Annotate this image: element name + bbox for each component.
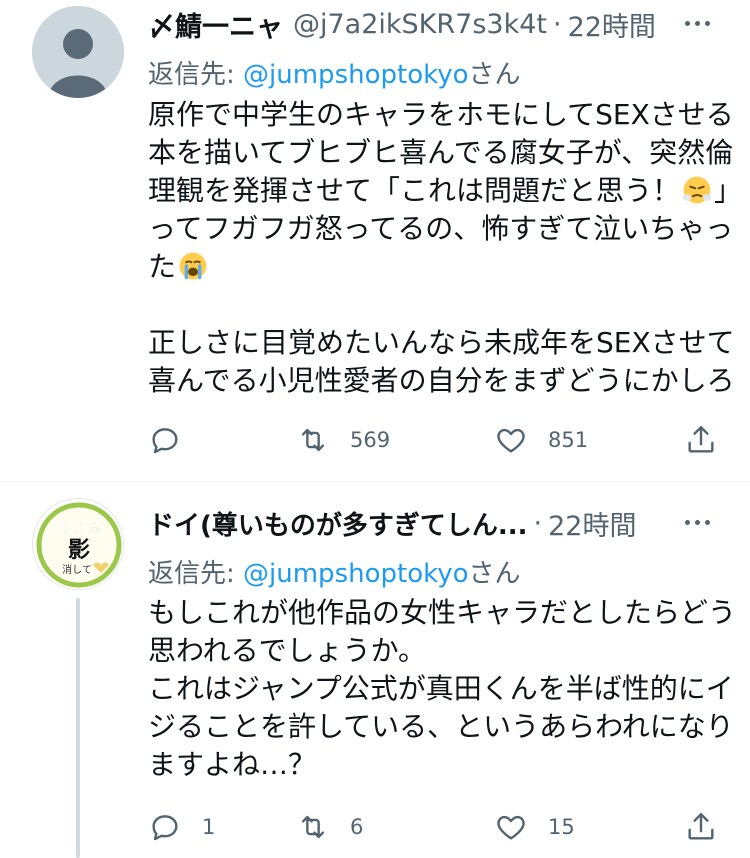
retweet-count: 569 [350, 428, 391, 452]
reply-button[interactable] [148, 420, 202, 460]
more-icon[interactable] [682, 507, 712, 537]
retweet-button[interactable]: 569 [296, 420, 390, 460]
tweet-header: 〆鯖一ニャ @j7a2ikSKR7s3k4t · 22時間 [148, 4, 726, 44]
avatar-image: まさみ 影 消して [36, 502, 122, 588]
separator-dot: · [552, 8, 562, 40]
display-name[interactable]: 〆鯖一ニャ [148, 5, 283, 44]
tweet-text-line: 原作で中学生のキャラをホモにしてSEXさせる [148, 98, 734, 131]
reply-context: 返信先: @jumpshoptokyoさん [148, 54, 521, 91]
tweet-actions: 1 6 15 [148, 807, 728, 847]
separator-dot: · [533, 507, 543, 539]
tweet-text-line: 本を描いてブヒブヒ喜んでる腐女子が、突然倫 [148, 136, 734, 169]
tweet-text-line: ジることを許している、というあらわれになり [148, 710, 734, 743]
reply-mention-link[interactable]: @jumpshoptokyo [243, 60, 469, 90]
share-icon [688, 813, 714, 840]
more-icon[interactable] [682, 8, 712, 38]
like-button[interactable]: 15 [494, 807, 575, 847]
avatar-text: 消して [62, 563, 92, 576]
tweet-text-fragment: 」 [714, 174, 743, 207]
reply-suffix: さん [468, 559, 521, 589]
avatar-text: まさみ [56, 519, 101, 537]
loudly-crying-face-emoji [179, 252, 207, 280]
like-icon [497, 815, 525, 840]
retweet-icon [301, 428, 325, 452]
reply-count: 1 [202, 815, 216, 839]
timestamp[interactable]: 22時間 [548, 504, 636, 543]
tweet-text-line: ってフガフガ怒ってるの、怖すぎて泣いちゃっ [148, 212, 734, 245]
tweet-text-fragment: た [148, 250, 177, 283]
tweet-text-fragment: 理観を発揮させて「これは問題だと思う！ [148, 174, 681, 207]
tweet-text-line: た [148, 248, 728, 286]
reply-button[interactable]: 1 [148, 807, 215, 847]
tweet-text-line: 思われるでしょうか。 [148, 634, 427, 667]
tweet[interactable]: まさみ 影 消して ドイ(尊いものが多すぎてしん... · 22時間 返信先: … [0, 482, 750, 858]
avatar[interactable]: まさみ 影 消して [32, 498, 124, 590]
tweet-text: もしこれが他作品の女性キャラだとしたらどう 思われるでしょうか。 これはジャンプ… [148, 594, 737, 784]
retweet-button[interactable]: 6 [296, 807, 363, 847]
default-profile-icon [32, 6, 124, 98]
reply-icon [152, 428, 178, 454]
tweet-header: ドイ(尊いものが多すぎてしん... · 22時間 [148, 503, 726, 543]
tweet-text: 原作で中学生のキャラをホモにしてSEXさせる 本を描いてブヒブヒ喜んでる腐女子が… [148, 96, 742, 400]
like-count: 851 [548, 428, 589, 452]
tweet-text-line: 喜んでる小児性愛者の自分をまずどうにかしろ [148, 364, 735, 397]
like-icon [497, 428, 525, 453]
tweet[interactable]: 〆鯖一ニャ @j7a2ikSKR7s3k4t · 22時間 返信先: @jump… [0, 0, 750, 482]
reply-suffix: さん [468, 60, 521, 90]
share-icon [688, 426, 714, 453]
tweet-actions: 569 851 [148, 420, 728, 460]
tweet-text-line: 理観を発揮させて「これは問題だと思う！ 」 [148, 172, 742, 210]
reply-prefix: 返信先: [148, 559, 244, 589]
tweet-text-line: これはジャンプ公式が真田くんを半ば性的にイ [148, 672, 734, 705]
reply-prefix: 返信先: [148, 60, 244, 90]
avatar-text: 影 [68, 538, 90, 563]
tweet-text-line: もしこれが他作品の女性キャラだとしたらどう [148, 596, 737, 629]
face-with-steam-emoji [682, 176, 712, 204]
reply-icon [152, 815, 178, 841]
display-name[interactable]: ドイ(尊いものが多すぎてしん... [148, 505, 528, 542]
user-handle[interactable]: @j7a2ikSKR7s3k4t [293, 9, 547, 40]
share-button[interactable] [684, 420, 718, 460]
retweet-count: 6 [350, 815, 364, 839]
share-button[interactable] [684, 807, 718, 847]
like-button[interactable]: 851 [494, 420, 588, 460]
thread-line [76, 598, 80, 858]
reply-mention-link[interactable]: @jumpshoptokyo [243, 559, 469, 589]
timestamp[interactable]: 22時間 [568, 5, 656, 44]
like-count: 15 [548, 815, 575, 839]
tweet-text-line: 正しさに目覚めたいんなら未成年をSEXさせて [148, 326, 735, 359]
avatar-default[interactable] [32, 6, 124, 98]
tweet-text-line: ますよね…？ [148, 748, 317, 781]
reply-context: 返信先: @jumpshoptokyoさん [148, 553, 521, 590]
retweet-icon [301, 815, 325, 839]
